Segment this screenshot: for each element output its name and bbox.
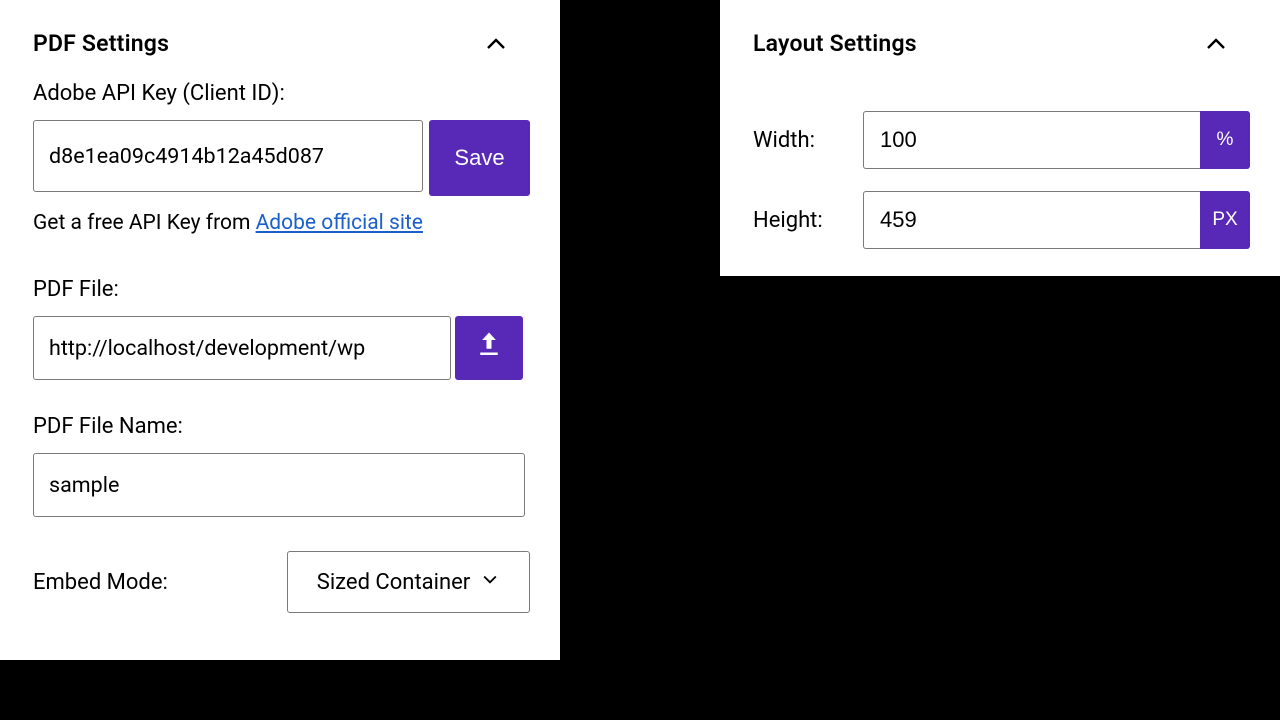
layout-settings-title: Layout Settings: [753, 30, 917, 57]
embed-mode-select[interactable]: Sized Container: [287, 551, 530, 613]
pdf-file-label: PDF File:: [33, 277, 530, 302]
width-unit-button[interactable]: %: [1200, 111, 1250, 169]
pdf-settings-header[interactable]: PDF Settings: [0, 0, 560, 67]
chevron-up-icon: [1204, 32, 1250, 56]
save-button[interactable]: Save: [429, 120, 530, 196]
height-label: Height:: [753, 208, 853, 233]
layout-settings-panel: Layout Settings Width: % Height: PX: [720, 0, 1280, 276]
pdf-filename-field: PDF File Name:: [0, 380, 560, 517]
embed-mode-value: Sized Container: [317, 570, 470, 595]
adobe-site-link[interactable]: Adobe official site: [256, 211, 423, 235]
hint-prefix: Get a free API Key from: [33, 211, 256, 235]
pdf-settings-panel: PDF Settings Adobe API Key (Client ID): …: [0, 0, 560, 660]
width-input[interactable]: [863, 111, 1200, 169]
upload-icon: [474, 330, 504, 366]
chevron-up-icon: [484, 32, 530, 56]
chevron-down-icon: [480, 569, 500, 595]
width-field: Width: %: [720, 67, 1280, 169]
height-unit-button[interactable]: PX: [1200, 191, 1250, 249]
api-key-field: Adobe API Key (Client ID): Save Get a fr…: [0, 67, 560, 237]
pdf-settings-title: PDF Settings: [33, 30, 169, 57]
width-label: Width:: [753, 128, 853, 153]
pdf-filename-input[interactable]: [33, 453, 525, 517]
api-key-label: Adobe API Key (Client ID):: [33, 81, 530, 106]
api-key-input[interactable]: [33, 120, 423, 192]
embed-mode-label: Embed Mode:: [33, 570, 168, 595]
pdf-filename-label: PDF File Name:: [33, 414, 530, 439]
height-field: Height: PX: [720, 169, 1280, 249]
layout-settings-header[interactable]: Layout Settings: [720, 0, 1280, 67]
height-input[interactable]: [863, 191, 1200, 249]
pdf-file-field: PDF File:: [0, 237, 560, 380]
upload-button[interactable]: [455, 316, 523, 380]
embed-mode-field: Embed Mode: Sized Container: [0, 517, 560, 613]
api-key-hint: Get a free API Key from Adobe official s…: [33, 209, 530, 237]
pdf-file-input[interactable]: [33, 316, 451, 380]
